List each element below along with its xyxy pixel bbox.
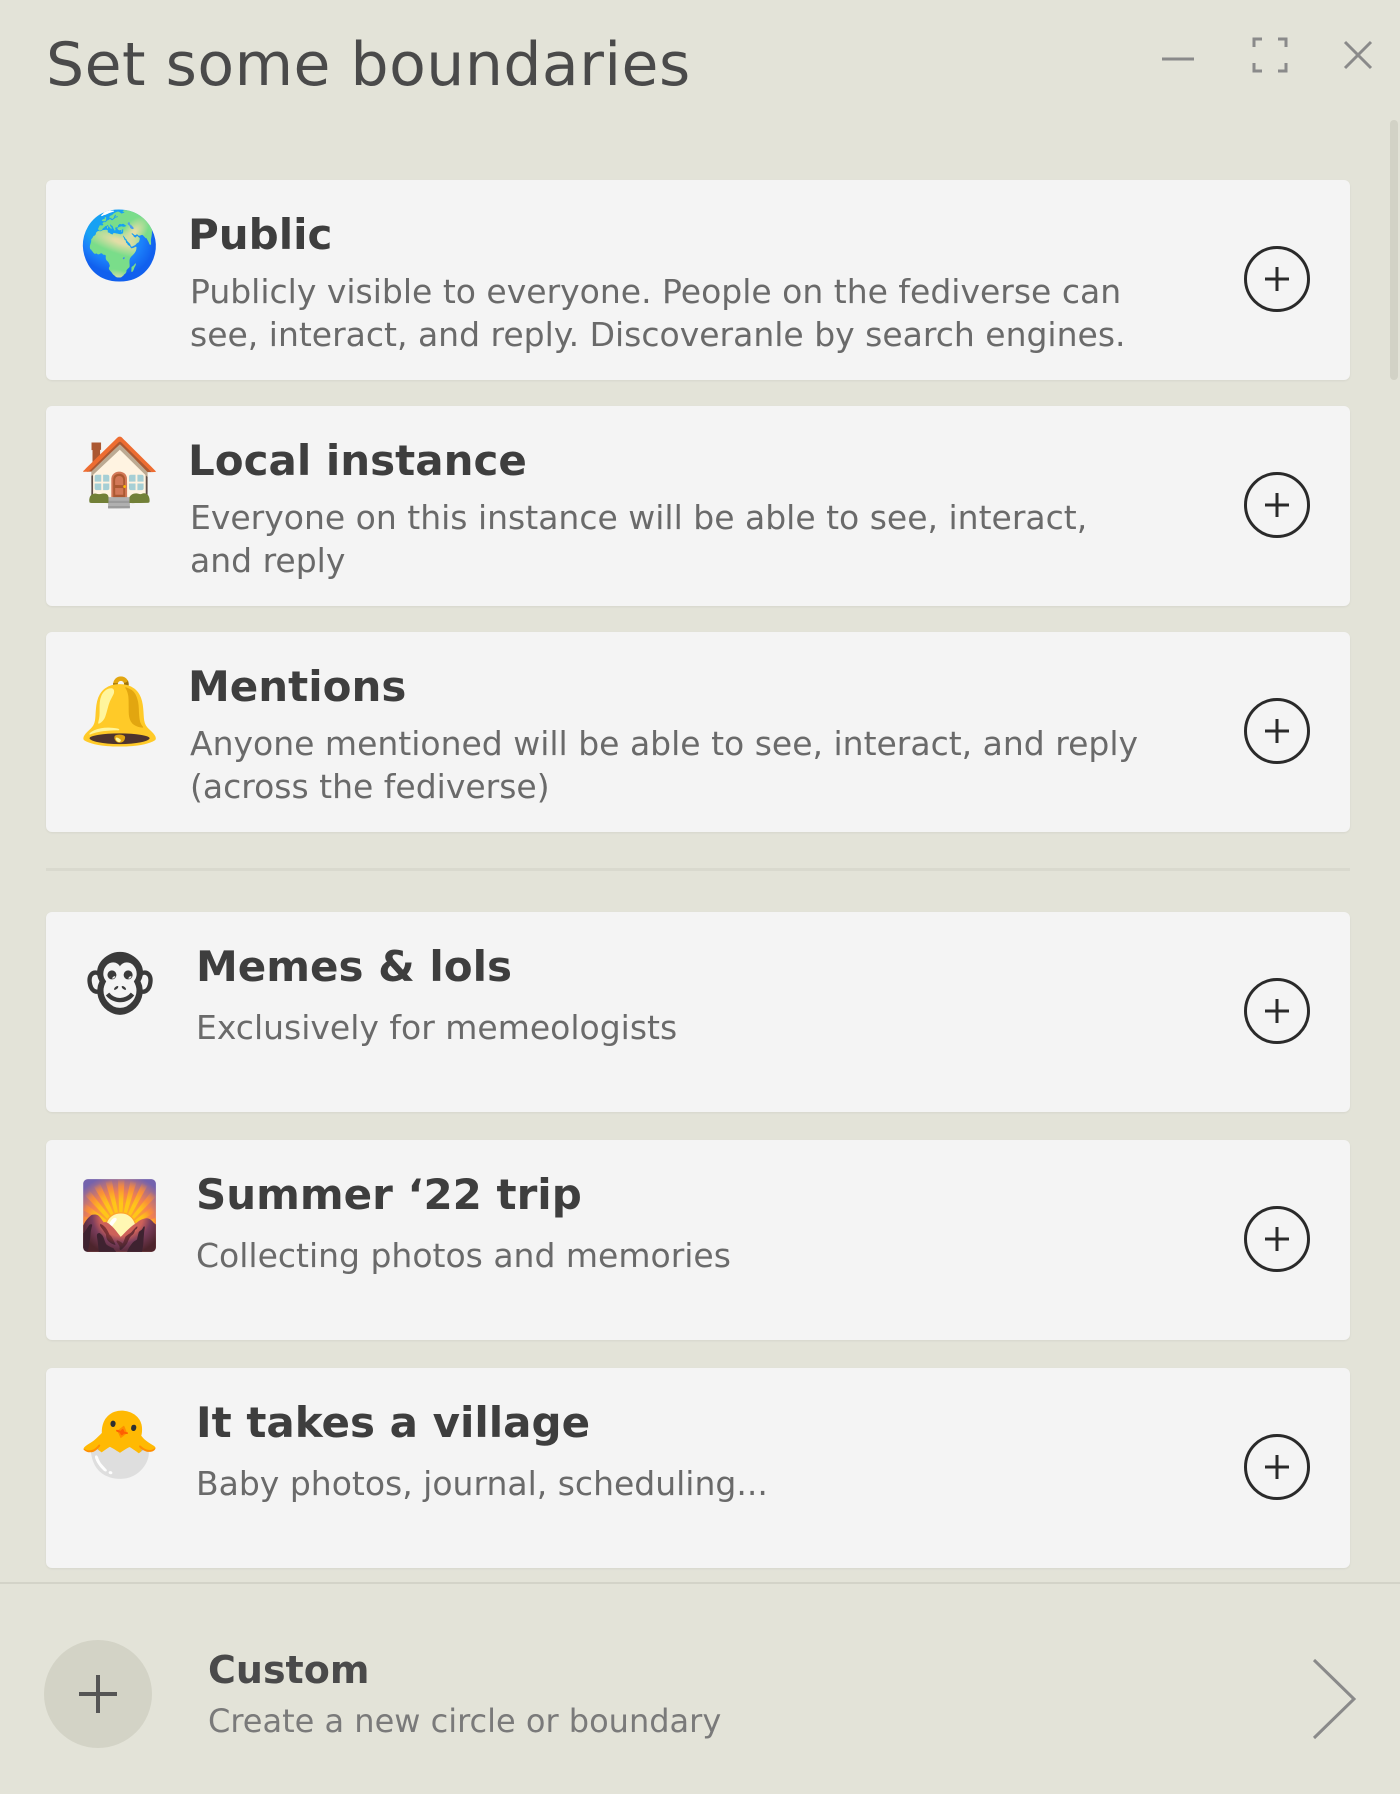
circle-title: Memes & lols xyxy=(196,942,513,991)
boundaries-list: 🌍 Public Publicly visible to everyone. P… xyxy=(0,150,1400,1582)
plus-icon xyxy=(1265,1455,1289,1479)
add-button[interactable] xyxy=(1244,698,1310,764)
circle-description: Exclusively for memeologists xyxy=(196,1008,678,1047)
plus-icon xyxy=(1265,719,1289,743)
circle-card-it-takes-a-village[interactable]: 🐣 It takes a village Baby photos, journa… xyxy=(46,1368,1350,1568)
boundary-card-mentions[interactable]: 🔔 Mentions Anyone mentioned will be able… xyxy=(46,632,1350,832)
circle-title: It takes a village xyxy=(196,1398,591,1447)
circle-description: Collecting photos and memories xyxy=(196,1236,731,1275)
add-button[interactable] xyxy=(1244,246,1310,312)
monkey-face-icon: 🐵 xyxy=(81,949,159,1026)
expand-icon xyxy=(1252,37,1288,73)
hatching-chick-icon: 🐣 xyxy=(78,1405,162,1482)
boundary-description: Everyone on this instance will be able t… xyxy=(190,498,1088,580)
minimize-button[interactable] xyxy=(1156,30,1200,80)
section-divider xyxy=(46,868,1350,871)
plus-icon xyxy=(1265,999,1289,1023)
boundary-title: Public xyxy=(188,210,333,259)
boundary-description: Publicly visible to everyone. People on … xyxy=(190,272,1126,354)
circle-card-memes-lols[interactable]: 🐵 Memes & lols Exclusively for memeologi… xyxy=(46,912,1350,1112)
add-button[interactable] xyxy=(1244,1434,1310,1500)
add-custom-button[interactable] xyxy=(44,1640,152,1748)
custom-description: Create a new circle or boundary xyxy=(208,1702,722,1740)
boundary-card-local-instance[interactable]: 🏠 Local instance Everyone on this instan… xyxy=(46,406,1350,606)
custom-boundary-row[interactable]: Custom Create a new circle or boundary xyxy=(0,1582,1400,1794)
chevron-right-icon[interactable] xyxy=(1302,1654,1362,1744)
add-button[interactable] xyxy=(1244,978,1310,1044)
boundary-description: Anyone mentioned will be able to see, in… xyxy=(190,724,1139,806)
add-button[interactable] xyxy=(1244,472,1310,538)
sunrise-over-mountains-icon: 🌄 xyxy=(78,1177,162,1254)
boundary-card-public[interactable]: 🌍 Public Publicly visible to everyone. P… xyxy=(46,180,1350,380)
plus-icon xyxy=(1265,493,1289,517)
boundary-title: Local instance xyxy=(188,436,527,485)
close-icon xyxy=(1343,40,1373,70)
plus-icon xyxy=(1265,267,1289,291)
page-title: Set some boundaries xyxy=(46,30,691,100)
add-button[interactable] xyxy=(1244,1206,1310,1272)
circle-description: Baby photos, journal, scheduling... xyxy=(196,1464,768,1503)
house-icon: 🏠 xyxy=(78,433,162,510)
circle-title: Summer ‘22 trip xyxy=(196,1170,582,1219)
close-button[interactable] xyxy=(1336,30,1380,80)
expand-button[interactable] xyxy=(1248,30,1292,80)
custom-title: Custom xyxy=(208,1648,370,1692)
circle-card-summer-trip[interactable]: 🌄 Summer ‘22 trip Collecting photos and … xyxy=(46,1140,1350,1340)
plus-icon xyxy=(79,1675,117,1713)
minimize-icon xyxy=(1162,57,1194,61)
bell-icon: 🔔 xyxy=(78,673,162,750)
boundary-title: Mentions xyxy=(188,662,407,711)
plus-icon xyxy=(1265,1227,1289,1251)
globe-icon: 🌍 xyxy=(78,207,162,284)
